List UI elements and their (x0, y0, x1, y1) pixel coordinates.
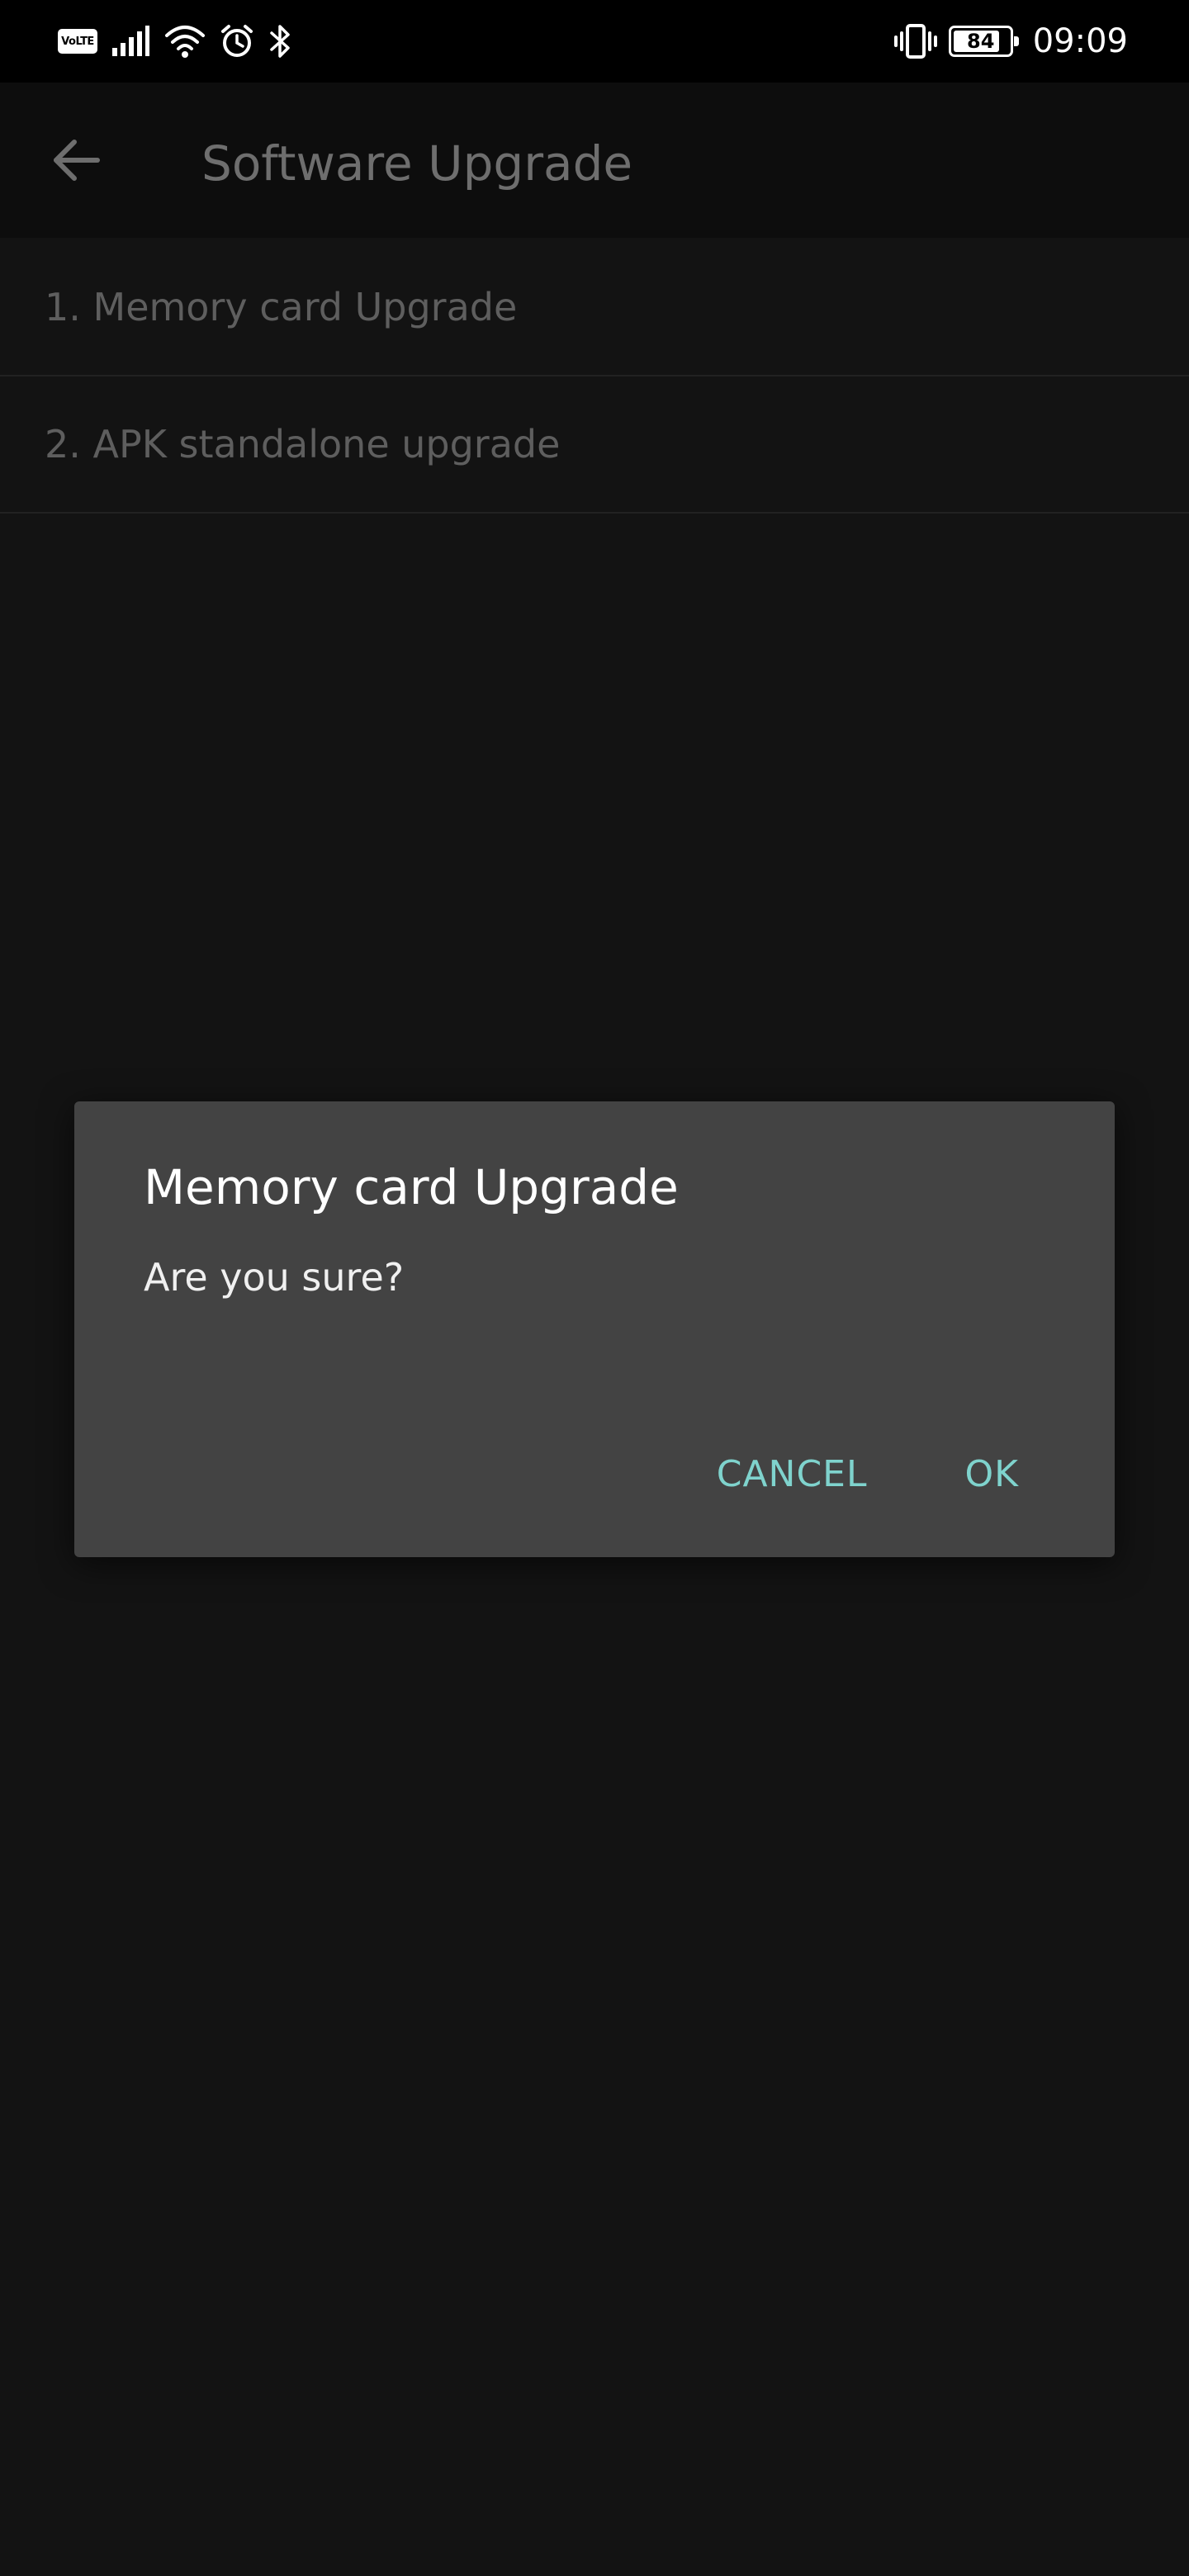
confirm-dialog: Memory card Upgrade Are you sure? CANCEL… (74, 1101, 1115, 1557)
status-bar: VoLTE 84 09:09 (0, 0, 1189, 83)
dialog-message: Are you sure? (144, 1255, 405, 1300)
battery-level: 84 (967, 30, 995, 53)
app-bar: Software Upgrade (0, 83, 1189, 238)
battery-icon: 84 (948, 26, 1019, 57)
list-item-label: 2. APK standalone upgrade (45, 422, 561, 466)
vibrate-icon (893, 23, 937, 59)
ok-button[interactable]: OK (936, 1437, 1049, 1512)
back-button[interactable] (33, 119, 119, 205)
dialog-title: Memory card Upgrade (144, 1159, 679, 1215)
wifi-icon (163, 24, 206, 59)
status-right-icons: 84 09:09 (893, 20, 1128, 63)
arrow-left-icon (51, 139, 101, 185)
alarm-icon (220, 24, 254, 59)
status-time: 09:09 (1032, 22, 1128, 60)
screen: VoLTE 84 09:09 Software Upgrade 1. Memor… (0, 0, 1189, 2576)
list-item-label: 1. Memory card Upgrade (45, 285, 518, 329)
list-item-apk-standalone-upgrade[interactable]: 2. APK standalone upgrade (0, 376, 1189, 514)
signal-icon (111, 25, 150, 58)
cancel-button[interactable]: CANCEL (687, 1437, 898, 1512)
upgrade-options-list: 1. Memory card Upgrade 2. APK standalone… (0, 239, 1189, 514)
battery-tip (1013, 36, 1019, 46)
volte-icon: VoLTE (58, 29, 97, 54)
dialog-actions: CANCEL OK (687, 1437, 1049, 1512)
page-title: Software Upgrade (201, 135, 633, 192)
status-left-icons: VoLTE (58, 20, 292, 63)
volte-label: VoLTE (61, 35, 94, 48)
list-item-memory-card-upgrade[interactable]: 1. Memory card Upgrade (0, 239, 1189, 376)
bluetooth-icon (268, 23, 292, 59)
